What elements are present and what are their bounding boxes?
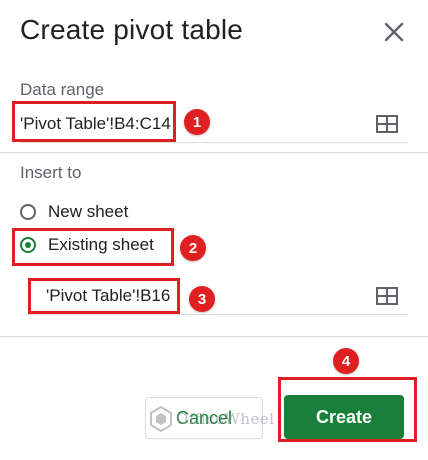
location-field[interactable]: 'Pivot Table'!B16 <box>26 278 408 315</box>
radio-new-sheet[interactable]: New sheet <box>20 198 128 226</box>
close-button[interactable] <box>380 18 408 46</box>
annotation-badge-4: 4 <box>333 348 359 374</box>
grid-select-icon[interactable] <box>376 287 398 305</box>
cancel-button[interactable]: Cancel <box>145 397 263 439</box>
annotation-badge-2: 2 <box>180 235 206 261</box>
data-range-label: Data range <box>20 80 105 99</box>
location-value: 'Pivot Table'!B16 <box>46 286 171 305</box>
dialog-title: Create pivot table <box>20 14 244 45</box>
insert-to-label: Insert to <box>20 163 82 182</box>
grid-select-icon[interactable] <box>376 115 398 133</box>
annotation-badge-3: 3 <box>189 286 215 312</box>
annotation-badge-1: 1 <box>184 109 210 135</box>
divider <box>0 336 428 337</box>
create-button[interactable]: Create <box>284 395 404 439</box>
divider <box>0 152 428 153</box>
data-range-value: 'Pivot Table'!B4:C14 <box>20 114 171 133</box>
radio-button[interactable] <box>20 204 36 220</box>
data-range-field[interactable]: 'Pivot Table'!B4:C14 <box>20 106 408 143</box>
radio-label: Existing sheet <box>48 235 154 254</box>
close-icon <box>384 22 404 42</box>
radio-button-checked[interactable] <box>20 237 36 253</box>
radio-label: New sheet <box>48 202 129 221</box>
radio-existing-sheet[interactable]: Existing sheet <box>20 231 154 259</box>
